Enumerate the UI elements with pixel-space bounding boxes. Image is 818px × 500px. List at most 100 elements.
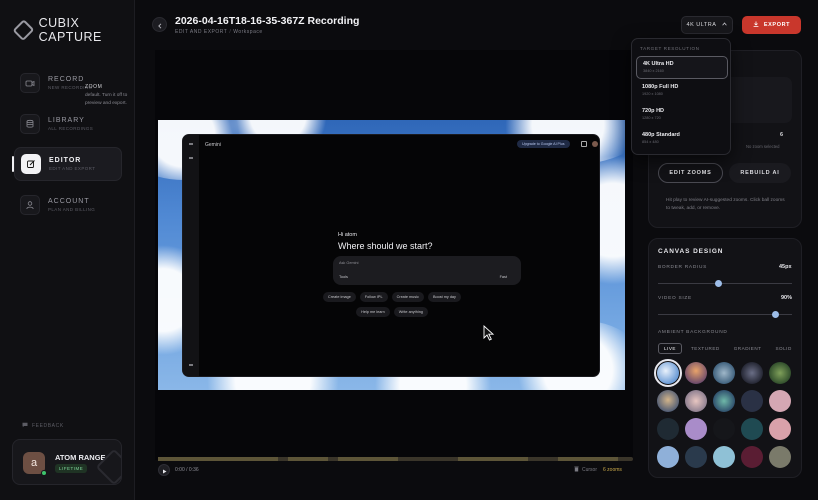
user-name: ATOM RANGE	[55, 453, 106, 462]
recorded-chip: Create image	[323, 292, 356, 302]
edit-icon	[21, 154, 41, 174]
background-swatch[interactable]	[769, 446, 791, 468]
feedback-link[interactable]: FEEDBACK	[22, 422, 64, 430]
background-swatch[interactable]	[713, 390, 735, 412]
background-swatch[interactable]	[685, 418, 707, 440]
background-swatch[interactable]	[713, 418, 735, 440]
recorded-chip: Boost my day	[427, 292, 461, 302]
resolution-option-720p[interactable]: 720p HD 1280 x 720	[636, 104, 728, 127]
sidebar-item-sublabel: ALL RECORDINGS	[48, 125, 94, 131]
recorded-greeting: Hi atom	[338, 232, 357, 238]
background-swatch[interactable]	[769, 418, 791, 440]
sidebar-item-account[interactable]: ACCOUNT PLAN AND BILLING	[14, 188, 122, 222]
background-swatch[interactable]	[713, 446, 735, 468]
resolution-option-name: 480p Standard	[642, 132, 680, 138]
edit-zooms-button[interactable]: EDIT ZOOMS	[658, 163, 723, 183]
user-card[interactable]: a ATOM RANGE LIFETIME	[12, 439, 122, 485]
sidebar-item-sublabel: PLAN AND BILLING	[48, 206, 96, 212]
video-preview[interactable]: Gemini Upgrade to Google AI Plus Hi atom…	[158, 120, 625, 390]
sidebar-item-sublabel: EDIT AND EXPORT	[49, 166, 96, 171]
recorded-chip: Help me learn	[356, 307, 390, 317]
tab-gradient[interactable]: GRADIENT	[729, 343, 767, 354]
background-swatch[interactable]	[741, 418, 763, 440]
dropdown-heading: TARGET RESOLUTION	[640, 46, 700, 51]
tab-live[interactable]: LIVE	[658, 343, 682, 354]
background-swatch[interactable]	[657, 446, 679, 468]
background-swatch[interactable]	[769, 362, 791, 384]
breadcrumb: EDIT AND EXPORT / Workspace	[175, 29, 263, 35]
recorded-model-label: Fast	[499, 275, 507, 279]
background-swatch[interactable]	[657, 390, 679, 412]
back-button[interactable]	[152, 17, 167, 32]
online-status-dot	[41, 470, 47, 476]
export-button[interactable]: EXPORT	[742, 16, 801, 34]
timeline-track[interactable]	[158, 457, 633, 461]
recorded-chip: Follow IPL	[359, 292, 388, 302]
video-size-slider[interactable]	[658, 311, 792, 318]
resolution-option-480p[interactable]: 480p Standard 854 x 480	[636, 128, 728, 151]
play-icon	[162, 461, 167, 479]
sidebar-item-label: RECORD	[48, 76, 85, 83]
background-tabs: LIVE TEXTURED GRADIENT SOLID	[658, 343, 797, 354]
background-swatch[interactable]	[657, 418, 679, 440]
background-swatch[interactable]	[685, 362, 707, 384]
recorded-chip: Write anything	[393, 307, 428, 317]
cursor-label: Cursor	[582, 467, 598, 473]
brand: CUBIX CAPTURE	[12, 16, 134, 44]
sidebar-item-library[interactable]: LIBRARY ALL RECORDINGS	[14, 107, 122, 141]
background-swatch[interactable]	[713, 362, 735, 384]
cursor-toggle[interactable]: Cursor	[574, 466, 597, 474]
video-size-value: 90%	[781, 295, 793, 301]
recorded-prompt-box: Ask Gemini Tools Fast	[333, 256, 521, 285]
sidebar-item-label: ACCOUNT	[48, 197, 90, 205]
resolution-option-name: 720p HD	[642, 108, 665, 114]
border-radius-label: BORDER RADIUS	[658, 265, 708, 270]
resolution-option-dims: 1280 x 720	[642, 116, 661, 120]
sidebar-item-editor[interactable]: EDITOR EDIT AND EXPORT	[12, 147, 122, 181]
resolution-option-4k[interactable]: 4K Ultra HD 3840 x 2160	[636, 56, 728, 79]
border-radius-slider[interactable]	[658, 280, 792, 287]
background-swatch[interactable]	[685, 446, 707, 468]
download-icon	[753, 21, 759, 29]
sidebar-item-label: EDITOR	[49, 157, 82, 164]
resolution-option-dims: 3840 x 2160	[643, 69, 664, 73]
chevron-up-icon	[722, 22, 728, 28]
chat-icon	[22, 422, 28, 430]
background-swatch[interactable]	[769, 390, 791, 412]
resolution-option-1080p[interactable]: 1080p Full HD 1920 x 1080	[636, 80, 728, 103]
recorded-chip: Create music	[391, 292, 424, 302]
recorded-question: Where should we start?	[338, 241, 433, 251]
background-swatch[interactable]	[654, 359, 682, 387]
zoom-count: 6 zooms	[603, 467, 622, 473]
breadcrumb-section: EDIT AND EXPORT	[175, 29, 228, 35]
recorded-browser-window: Gemini Upgrade to Google AI Plus Hi atom…	[182, 134, 600, 377]
user-icon	[20, 194, 40, 215]
recorded-upgrade-pill: Upgrade to Google AI Plus	[517, 140, 570, 148]
background-swatch[interactable]	[741, 446, 763, 468]
recorded-suggestion-chips: Create image Follow IPL Create music Boo…	[183, 292, 599, 322]
export-label: EXPORT	[763, 22, 791, 28]
resolution-dropdown-button[interactable]: 4K ULTRA	[681, 16, 733, 34]
video-size-label: VIDEO SIZE	[658, 296, 692, 301]
background-swatch[interactable]	[741, 390, 763, 412]
border-radius-value: 45px	[779, 264, 792, 270]
cubix-logo-icon	[12, 19, 35, 41]
sidebar: CUBIX CAPTURE RECORD NEW RECORDING LIBRA…	[0, 0, 135, 500]
zoom-selection-status: No zoom selected	[746, 144, 780, 149]
play-button[interactable]	[158, 464, 170, 476]
zoom-info-title: ZOOM	[85, 84, 103, 90]
zoom-info-text: default. Turn it off to preview and expo…	[85, 93, 128, 106]
background-swatch[interactable]	[685, 390, 707, 412]
background-swatch-grid	[654, 359, 794, 468]
background-swatch[interactable]	[741, 362, 763, 384]
resolution-label: 4K ULTRA	[686, 22, 717, 28]
tab-solid[interactable]: SOLID	[770, 343, 796, 354]
recorded-prompt-placeholder: Ask Gemini	[339, 261, 359, 265]
zoom-total-count: 6	[780, 132, 784, 138]
mouse-cursor-icon	[483, 324, 495, 346]
tab-textured[interactable]: TEXTURED	[686, 343, 725, 354]
brand-name: CUBIX CAPTURE	[38, 16, 102, 44]
rebuild-ai-button[interactable]: REBUILD AI	[729, 163, 791, 183]
share-icon	[581, 141, 587, 147]
zoom-hint-text: Hit play to review AI-suggested zooms. C…	[666, 198, 785, 211]
